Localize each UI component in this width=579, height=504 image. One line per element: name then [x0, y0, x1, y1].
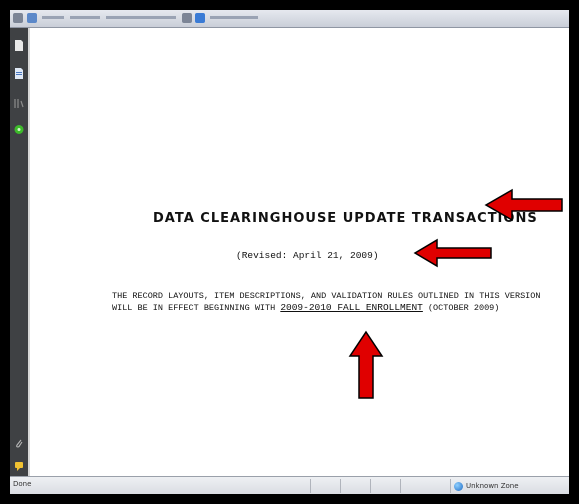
paperclip-icon[interactable]	[14, 438, 24, 449]
paragraph-line-2: WILL BE IN EFFECT BEGINNING WITH 2009-20…	[112, 302, 552, 314]
effective-paragraph: THE RECORD LAYOUTS, ITEM DESCRIPTIONS, A…	[112, 290, 552, 324]
enrollment-period: 2009-2010 FALL ENROLLMENT	[280, 302, 423, 313]
document-icon[interactable]	[14, 68, 24, 79]
arrow-left-icon	[413, 238, 492, 268]
bookmarks-icon[interactable]	[14, 98, 24, 109]
pdf-sidebar	[10, 28, 28, 476]
page-icon[interactable]	[14, 40, 24, 51]
toolbar-button[interactable]	[27, 13, 37, 23]
status-text: Done	[13, 480, 32, 488]
toolbar-control[interactable]	[210, 16, 258, 19]
green-circle-icon[interactable]	[14, 124, 24, 135]
status-bar: Done Unknown Zone	[10, 476, 569, 494]
status-divider	[370, 479, 371, 493]
toolbar	[10, 10, 569, 28]
toolbar-control[interactable]	[106, 16, 176, 19]
toolbar-button[interactable]	[182, 13, 192, 23]
paragraph-line-1: THE RECORD LAYOUTS, ITEM DESCRIPTIONS, A…	[112, 291, 541, 301]
revised-date: (Revised: April 21, 2009)	[236, 250, 379, 261]
paragraph-line-2-prefix: WILL BE IN EFFECT BEGINNING WITH	[112, 303, 281, 313]
toolbar-control[interactable]	[70, 16, 100, 19]
status-divider	[340, 479, 341, 493]
globe-icon	[454, 481, 463, 491]
arrow-left-icon	[484, 188, 563, 222]
security-zone[interactable]: Unknown Zone	[454, 479, 519, 493]
arrow-up-icon	[348, 330, 384, 399]
status-divider	[400, 479, 401, 493]
comment-icon[interactable]	[14, 461, 24, 472]
paragraph-line-2-suffix: (OCTOBER 2009)	[422, 303, 500, 313]
toolbar-control[interactable]	[42, 16, 64, 19]
status-divider	[450, 479, 451, 493]
toolbar-button[interactable]	[195, 13, 205, 23]
toolbar-button[interactable]	[13, 13, 23, 23]
zone-label: Unknown Zone	[466, 482, 519, 490]
document-title: DATA CLEARINGHOUSE UPDATE TRANSACTIONS	[153, 211, 538, 226]
status-divider	[310, 479, 311, 493]
